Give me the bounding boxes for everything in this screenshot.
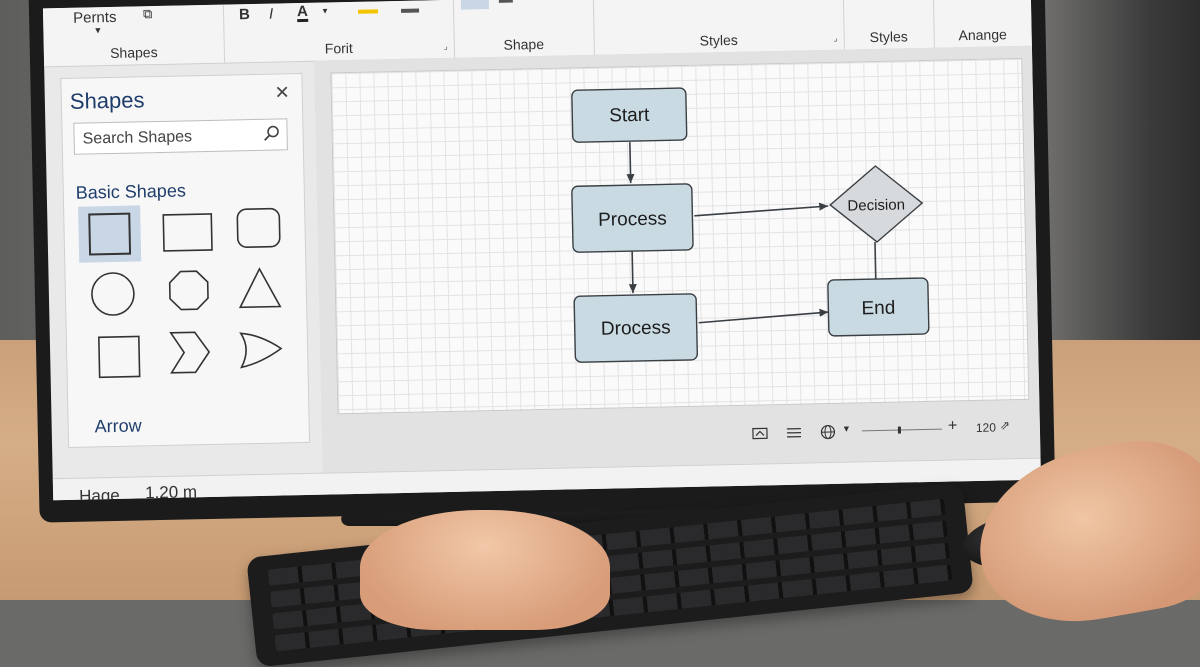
node-start[interactable]: Start bbox=[572, 88, 687, 142]
chevron-down-icon[interactable]: ▼ bbox=[842, 424, 851, 434]
node-process[interactable]: Process bbox=[572, 184, 693, 252]
ribbon-group-label: Styles bbox=[594, 30, 844, 51]
dialog-launcher-icon[interactable]: ⌟ bbox=[443, 41, 447, 52]
ribbon-group-label: Shape bbox=[454, 35, 594, 54]
paste-button[interactable]: Pernts bbox=[73, 9, 117, 27]
search-shapes-input[interactable]: Search Shapes bbox=[73, 118, 288, 154]
search-placeholder: Search Shapes bbox=[82, 128, 192, 148]
octagon-shape[interactable] bbox=[157, 262, 220, 319]
ribbon-group-font: B I A ▼ Forit ⌟ bbox=[223, 0, 455, 63]
page-label: Hage bbox=[79, 486, 120, 500]
circle-shape[interactable] bbox=[81, 265, 144, 322]
rectangle-shape[interactable] bbox=[156, 204, 219, 261]
ribbon-group-label: Shapes bbox=[44, 43, 224, 63]
node-end[interactable]: End bbox=[828, 278, 929, 336]
chevron-down-icon[interactable]: ▼ bbox=[321, 6, 329, 15]
node-label: Decision bbox=[847, 196, 905, 214]
canvas-area: Start Process Decision Drocess bbox=[314, 46, 1040, 473]
flowchart-diagram: Start Process Decision Drocess bbox=[331, 59, 1028, 413]
line-color-icon[interactable] bbox=[401, 9, 419, 13]
fit-page-icon[interactable] bbox=[752, 425, 768, 441]
triangle-shape[interactable] bbox=[229, 260, 292, 317]
ribbon-group-label: Styles bbox=[844, 28, 934, 46]
ribbon-group-shapes: Pernts ▼ ⧉ Shapes bbox=[43, 5, 225, 67]
zoom-in-icon[interactable]: + bbox=[948, 417, 958, 435]
basic-shapes-heading: Basic Shapes bbox=[76, 180, 186, 203]
ribbon-group-styles: Styles ⌟ bbox=[593, 0, 845, 55]
square-shape[interactable] bbox=[78, 205, 141, 262]
zoom-slider-thumb[interactable] bbox=[898, 427, 901, 434]
shapes-panel: Shapes ✕ Search Shapes Basic Shapes bbox=[60, 73, 310, 448]
rounded-rectangle-shape[interactable] bbox=[228, 200, 291, 257]
bold-button[interactable]: B bbox=[239, 6, 250, 23]
copy-icon[interactable]: ⧉ bbox=[143, 6, 153, 22]
edge-end-decision bbox=[875, 242, 876, 279]
shape-fill-button[interactable] bbox=[461, 0, 489, 10]
app-window: Pernts ▼ ⧉ Shapes B I A ▼ Forit ⌟ Shape bbox=[43, 0, 1041, 500]
ribbon-group-styles-2: Styles bbox=[843, 0, 935, 50]
chevron-shape[interactable] bbox=[159, 324, 222, 381]
italic-button[interactable]: I bbox=[269, 6, 274, 23]
node-label: Drocess bbox=[601, 317, 671, 339]
ribbon-group-label: Anange bbox=[934, 26, 1032, 44]
node-label: End bbox=[861, 298, 895, 320]
node-label: Start bbox=[609, 105, 650, 127]
fit-window-icon[interactable]: ⇗ bbox=[1000, 418, 1010, 432]
monitor: Pernts ▼ ⧉ Shapes B I A ▼ Forit ⌟ Shape bbox=[29, 0, 1056, 523]
edge-process-decision bbox=[694, 206, 828, 216]
font-color-button[interactable]: A bbox=[297, 5, 308, 22]
close-icon[interactable]: ✕ bbox=[274, 82, 290, 103]
arrow-heading: Arrow bbox=[94, 415, 141, 437]
zoom-slider[interactable] bbox=[862, 429, 942, 432]
shapes-panel-title: Shapes bbox=[70, 87, 145, 115]
square-shape-2[interactable] bbox=[87, 327, 150, 384]
edge-process-drocess bbox=[632, 251, 633, 293]
globe-icon[interactable] bbox=[820, 424, 836, 440]
page-view-icon[interactable] bbox=[786, 425, 802, 441]
edge-start-process bbox=[630, 142, 631, 183]
pointed-shape[interactable] bbox=[231, 320, 294, 377]
ribbon-group-shape: Shape bbox=[453, 0, 595, 58]
node-decision[interactable]: Decision bbox=[829, 165, 923, 243]
ribbon-group-label: Forit bbox=[224, 38, 454, 59]
left-hand bbox=[360, 510, 610, 630]
canvas-footer: ▼ + 120 ⇗ bbox=[752, 418, 1041, 448]
search-icon[interactable] bbox=[262, 124, 280, 142]
dropdown-icon[interactable]: ▼ bbox=[93, 25, 102, 35]
page-size-value: 1,20 m bbox=[145, 482, 197, 500]
node-drocess[interactable]: Drocess bbox=[574, 294, 697, 363]
drawing-canvas[interactable]: Start Process Decision Drocess bbox=[330, 58, 1029, 414]
ribbon-group-arrange: Anange bbox=[933, 0, 1032, 48]
zoom-level[interactable]: 120 bbox=[976, 421, 996, 435]
dialog-launcher-icon[interactable]: ⌟ bbox=[833, 33, 837, 44]
node-label: Process bbox=[598, 208, 667, 230]
edge-drocess-end bbox=[698, 312, 828, 323]
shape-outline-button[interactable] bbox=[499, 0, 513, 3]
highlight-color-icon[interactable] bbox=[358, 9, 378, 13]
